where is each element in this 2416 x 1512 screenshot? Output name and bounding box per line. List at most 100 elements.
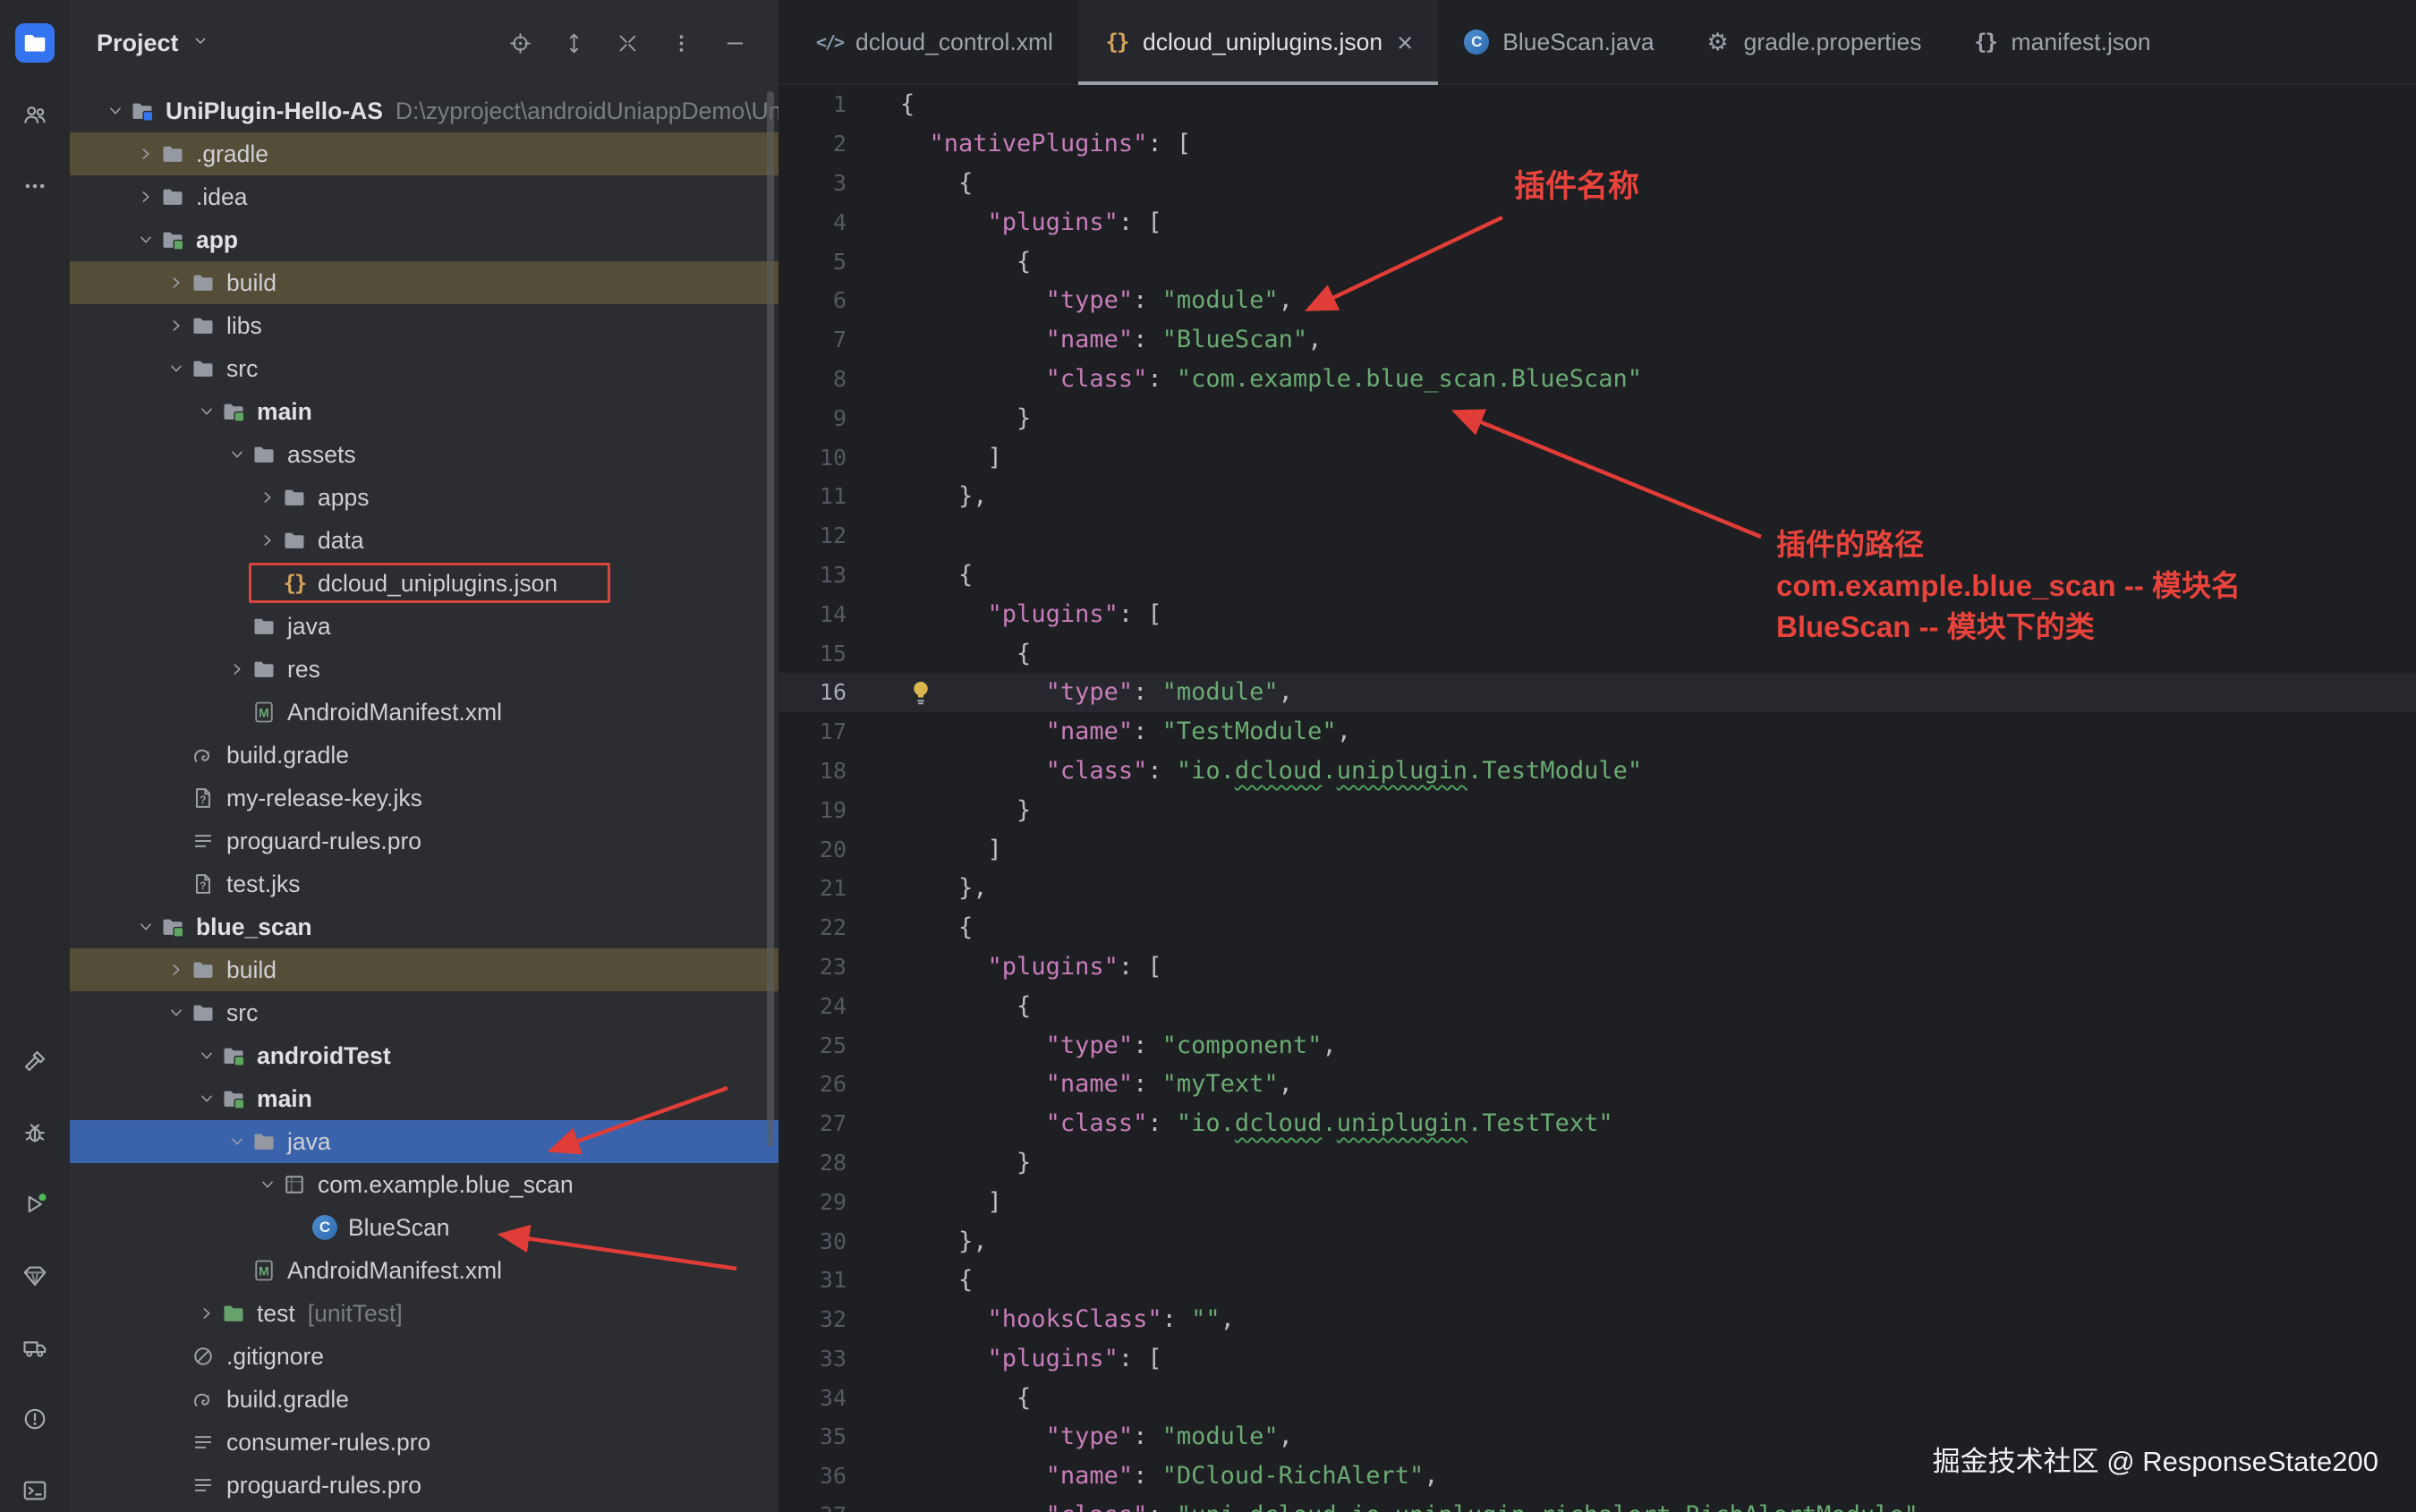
chevron-right-icon[interactable] (132, 183, 159, 210)
chevron-down-icon[interactable] (132, 913, 159, 940)
chevron-down-icon[interactable] (224, 441, 251, 468)
resource-gem-icon[interactable] (15, 1256, 55, 1295)
chevron-right-icon[interactable] (254, 527, 281, 554)
folder-icon (251, 1128, 277, 1155)
locate-icon[interactable] (503, 26, 537, 60)
line-number: 8 (778, 366, 846, 392)
chevron-spacer (285, 1214, 311, 1241)
code-line-2: 2 "nativePlugins": [ (778, 124, 2416, 164)
tree-row-main[interactable]: main (70, 1077, 778, 1120)
code-token: { (900, 913, 973, 941)
tree-row-androidmanifest.xml[interactable]: MAndroidManifest.xml (70, 1249, 778, 1292)
more-horizontal-icon[interactable] (15, 166, 55, 206)
chevron-right-icon[interactable] (254, 484, 281, 511)
code-editor[interactable]: 1{2 "nativePlugins": [3 {4 "plugins": [5… (778, 85, 2416, 1512)
tree-row-uniplugin-hello-as[interactable]: UniPlugin-Hello-ASD:\zyproject\androidUn… (70, 89, 778, 132)
expand-all-icon[interactable] (557, 26, 591, 60)
chevron-right-icon[interactable] (224, 656, 251, 683)
chevron-right-icon[interactable] (163, 312, 190, 339)
users-icon[interactable] (15, 95, 55, 134)
chevron-right-icon[interactable] (132, 140, 159, 167)
code-token: ] (900, 836, 1002, 863)
code-token: ] (900, 444, 1002, 471)
chevron-down-icon[interactable] (102, 98, 129, 124)
chevron-right-icon[interactable] (163, 269, 190, 296)
chevron-down-icon[interactable] (193, 1085, 220, 1112)
chevron-down-icon[interactable] (163, 999, 190, 1026)
code-text: { (900, 1384, 1031, 1412)
tree-row-dcloud_uniplugins.json[interactable]: {}dcloud_uniplugins.json (70, 562, 778, 605)
module-folder-icon (159, 226, 186, 253)
tree-row-.gradle[interactable]: .gradle (70, 132, 778, 175)
chevron-down-icon[interactable] (193, 398, 220, 425)
tree-row-androidmanifest.xml[interactable]: MAndroidManifest.xml (70, 691, 778, 734)
code-token: uniplugin (1337, 757, 1467, 785)
tab-BlueScan.java[interactable]: CBlueScan.java (1438, 0, 1679, 84)
device-truck-icon[interactable] (15, 1328, 55, 1367)
chevron-down-icon[interactable] (163, 355, 190, 382)
chevron-spacer (163, 828, 190, 854)
chevron-down-icon[interactable] (224, 1128, 251, 1155)
chevron-down-icon[interactable] (254, 1171, 281, 1198)
tree-row-build.gradle[interactable]: build.gradle (70, 1378, 778, 1421)
more-options-icon[interactable] (664, 26, 698, 60)
tree-row-com.example.blue_scan[interactable]: com.example.blue_scan (70, 1163, 778, 1206)
tab-dcloud_control.xml[interactable]: </>dcloud_control.xml (791, 0, 1078, 84)
project-tree-scrollbar[interactable] (767, 91, 774, 1147)
intention-bulb-icon[interactable] (906, 677, 936, 708)
tree-row-build[interactable]: build (70, 948, 778, 991)
chevron-down-icon[interactable] (132, 226, 159, 253)
tree-row-.idea[interactable]: .idea (70, 175, 778, 218)
tree-row-java[interactable]: java (70, 1120, 778, 1163)
code-token: : (1133, 1032, 1162, 1059)
tree-row-src[interactable]: src (70, 347, 778, 390)
tree-row-test[interactable]: test[unitTest] (70, 1292, 778, 1335)
tree-row-data[interactable]: data (70, 519, 778, 562)
code-token: : (1133, 326, 1162, 353)
tree-row-app[interactable]: app (70, 218, 778, 261)
tree-row-assets[interactable]: assets (70, 433, 778, 476)
tree-row-androidtest[interactable]: androidTest (70, 1034, 778, 1077)
tree-row-.gitignore[interactable]: .gitignore (70, 1335, 778, 1378)
run-play-icon[interactable] (15, 1185, 55, 1224)
tree-row-blue_scan[interactable]: blue_scan (70, 905, 778, 948)
code-text: ] (900, 444, 1002, 471)
code-token: . (1322, 1109, 1336, 1137)
tree-row-proguard-rules.pro[interactable]: proguard-rules.pro (70, 1464, 778, 1507)
tab-dcloud_uniplugins.json[interactable]: {}dcloud_uniplugins.json× (1078, 0, 1438, 84)
annotation-plugin-path-line1: 插件的路径 (1776, 524, 2241, 565)
terminal-icon[interactable] (15, 1471, 55, 1510)
tree-row-proguard-rules.pro[interactable]: proguard-rules.pro (70, 820, 778, 862)
folder-icon (190, 269, 217, 296)
svg-text:?: ? (200, 880, 206, 892)
tree-row-consumer-rules.pro[interactable]: consumer-rules.pro (70, 1421, 778, 1464)
code-token: "plugins" (988, 953, 1119, 981)
problems-circle-icon[interactable] (15, 1399, 55, 1439)
tab-manifest.json[interactable]: {}manifest.json (1947, 0, 2176, 84)
tree-row-build.gradle[interactable]: build.gradle (70, 734, 778, 777)
tab-gradle.properties[interactable]: ⚙gradle.properties (1680, 0, 1947, 84)
tree-row-java[interactable]: java (70, 605, 778, 648)
tree-row-build[interactable]: build (70, 261, 778, 304)
code-token: : (1133, 1423, 1162, 1450)
hide-icon[interactable] (718, 26, 752, 60)
tree-row-bluescan[interactable]: CBlueScan (70, 1206, 778, 1249)
tree-row-src[interactable]: src (70, 991, 778, 1034)
project-panel-title[interactable]: Project (97, 30, 211, 57)
tree-row-main[interactable]: main (70, 390, 778, 433)
tree-row-res[interactable]: res (70, 648, 778, 691)
tree-row-libs[interactable]: libs (70, 304, 778, 347)
chevron-right-icon[interactable] (163, 956, 190, 983)
chevron-down-icon[interactable] (193, 1042, 220, 1069)
collapse-all-icon[interactable] (610, 26, 644, 60)
chevron-spacer (163, 1472, 190, 1499)
tree-row-apps[interactable]: apps (70, 476, 778, 519)
close-tab-icon[interactable]: × (1397, 29, 1413, 56)
tree-row-my-release-key.jks[interactable]: ?my-release-key.jks (70, 777, 778, 820)
debug-bug-icon[interactable] (15, 1113, 55, 1152)
chevron-right-icon[interactable] (193, 1300, 220, 1327)
tree-row-test.jks[interactable]: ?test.jks (70, 862, 778, 905)
code-line-37: 37 "class": "uni.dcloud.io.uniplugin_ric… (778, 1496, 2416, 1512)
build-hammer-icon[interactable] (15, 1041, 55, 1081)
project-folder-icon[interactable] (15, 23, 55, 63)
